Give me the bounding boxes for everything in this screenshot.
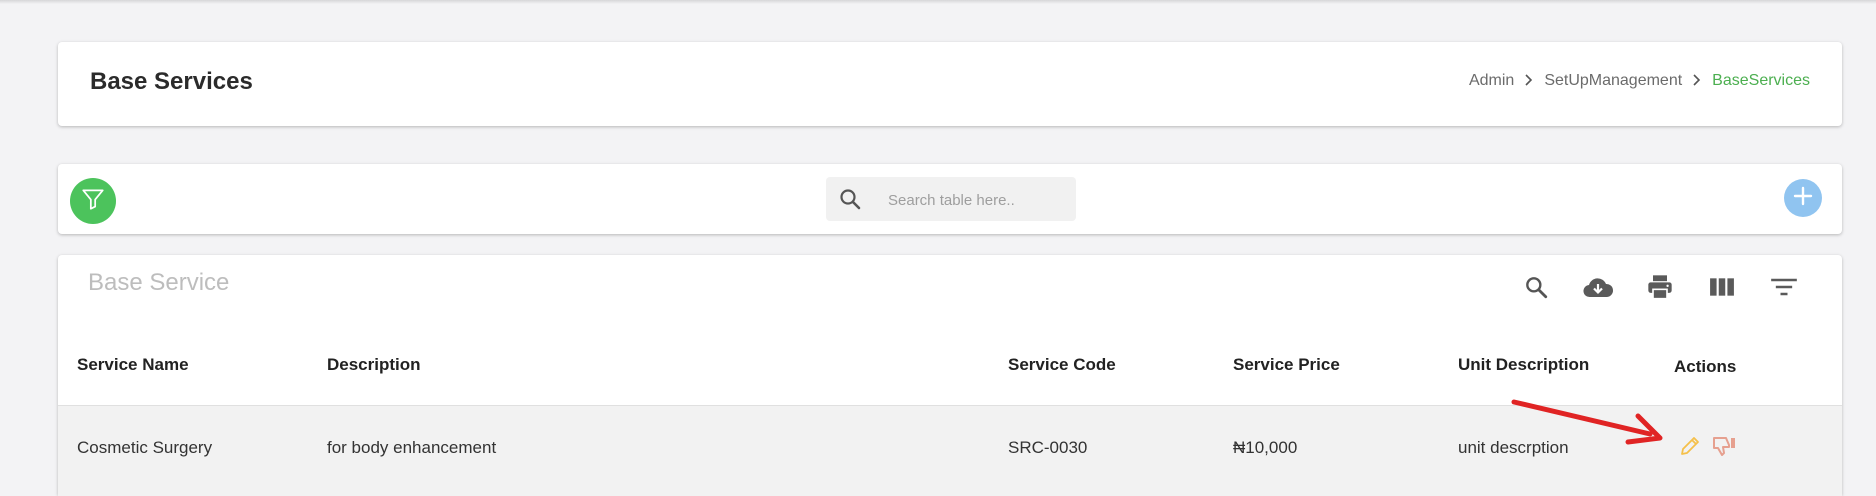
filter-icon xyxy=(80,186,106,217)
filter-button[interactable] xyxy=(70,178,116,224)
search-icon xyxy=(838,187,862,216)
annotation-arrow xyxy=(1510,398,1670,453)
table-header: Service Name Description Service Code Se… xyxy=(58,345,1842,405)
cell-service-price: ₦10,000 xyxy=(1233,438,1298,457)
table-search-button[interactable] xyxy=(1518,271,1554,307)
column-header-actions: Actions xyxy=(1674,357,1737,376)
cell-service-name: Cosmetic Surgery xyxy=(77,438,213,457)
column-header-service-name[interactable]: Service Name xyxy=(77,345,189,385)
download-button[interactable] xyxy=(1580,271,1616,307)
breadcrumb-setupmanagement[interactable]: SetUpManagement xyxy=(1544,72,1682,90)
edit-button[interactable] xyxy=(1678,434,1702,463)
filter-list-icon xyxy=(1770,275,1798,304)
search-input[interactable] xyxy=(886,185,1070,215)
table-title: Base Service xyxy=(88,269,230,296)
column-header-service-price[interactable]: Service Price xyxy=(1233,345,1340,385)
search-icon xyxy=(1523,274,1549,305)
breadcrumb-admin[interactable]: Admin xyxy=(1469,72,1514,90)
base-service-table-card: Base Service Service Name Description Se… xyxy=(58,255,1842,496)
page-header-card: Base Services Admin SetUpManagement Base… xyxy=(58,42,1842,126)
breadcrumb: Admin SetUpManagement BaseServices xyxy=(1469,72,1810,90)
top-bar-shadow xyxy=(0,0,1876,4)
view-columns-button[interactable] xyxy=(1704,271,1740,307)
table-tools xyxy=(1518,271,1802,307)
filter-table-button[interactable] xyxy=(1766,271,1802,307)
column-header-description[interactable]: Description xyxy=(327,345,421,385)
toolbar-card xyxy=(58,164,1842,234)
deactivate-button[interactable] xyxy=(1712,434,1738,463)
cloud-download-icon xyxy=(1582,273,1614,306)
breadcrumb-baseservices: BaseServices xyxy=(1712,72,1810,89)
cell-service-code: SRC-0030 xyxy=(1008,438,1088,457)
plus-icon xyxy=(1793,186,1813,211)
print-icon xyxy=(1646,273,1674,306)
chevron-right-icon xyxy=(1692,73,1702,89)
column-header-unit-description[interactable]: Unit Description xyxy=(1458,345,1589,385)
cell-description: for body enhancement xyxy=(327,438,497,457)
column-header-service-code[interactable]: Service Code xyxy=(1008,345,1116,385)
print-button[interactable] xyxy=(1642,271,1678,307)
thumbs-down-icon xyxy=(1712,437,1738,462)
view-column-icon xyxy=(1709,275,1735,304)
chevron-right-icon xyxy=(1524,73,1534,89)
pencil-icon xyxy=(1678,437,1702,462)
page-title: Base Services xyxy=(90,68,253,95)
add-base-service-button[interactable] xyxy=(1784,179,1822,217)
table-search-box xyxy=(826,177,1076,221)
